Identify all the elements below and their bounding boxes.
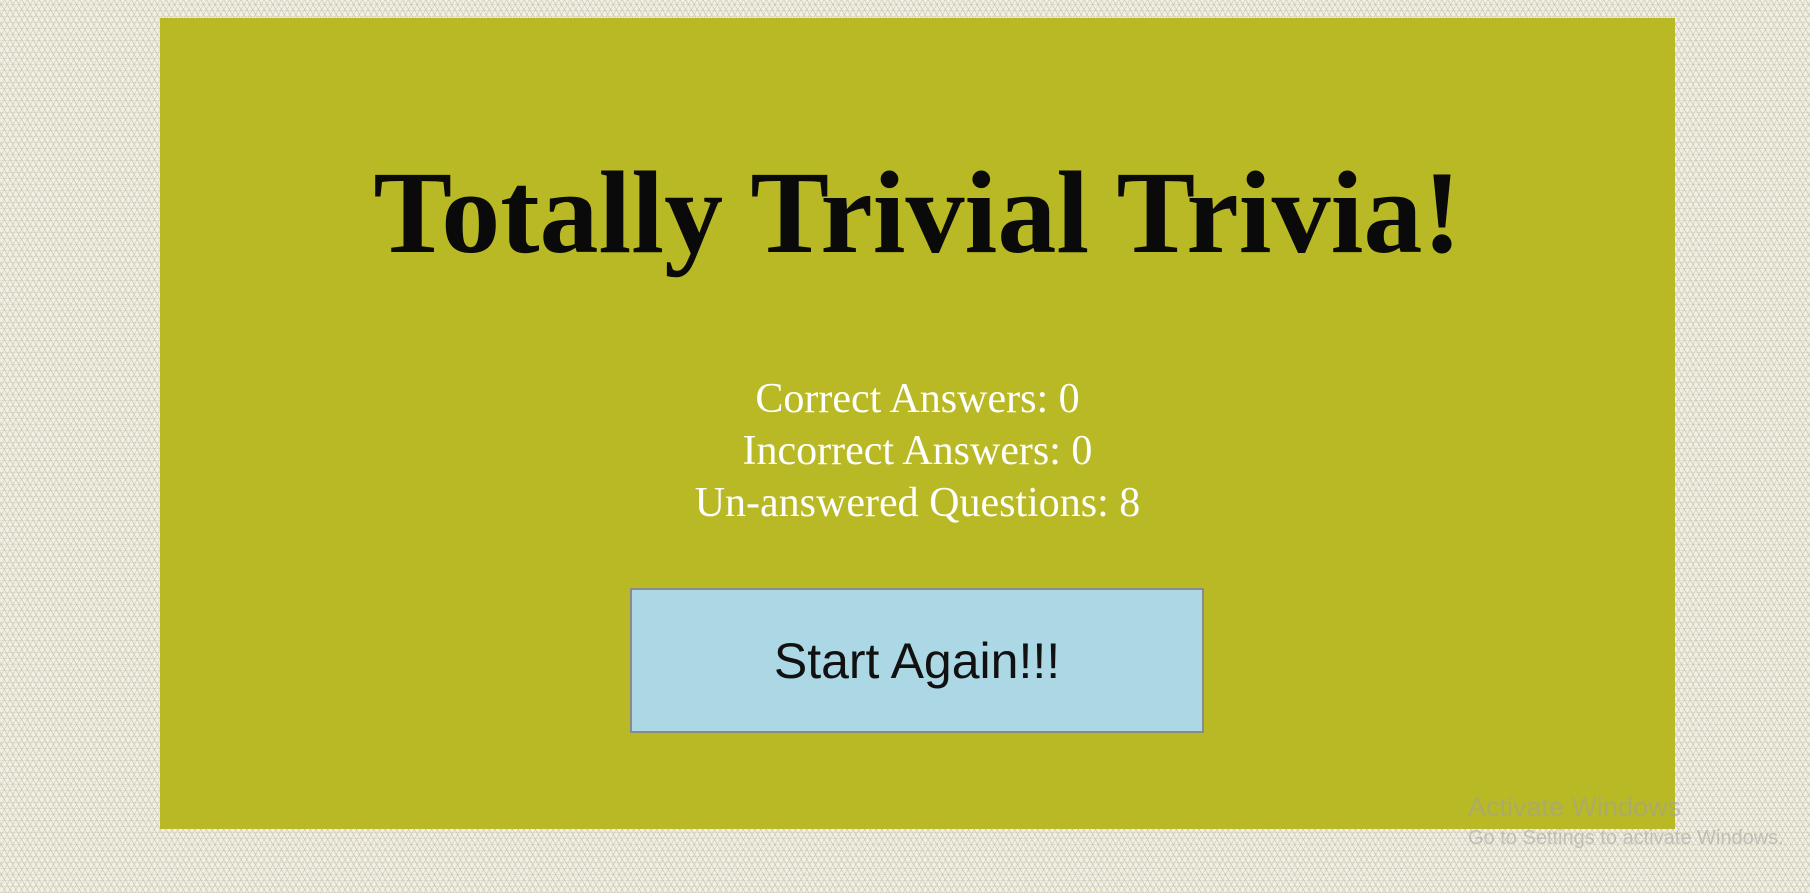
results-summary: Correct Answers: 0 Incorrect Answers: 0 … bbox=[160, 373, 1675, 529]
watermark-subtitle: Go to Settings to activate Windows. bbox=[1468, 827, 1784, 849]
unanswered-questions-count: Un-answered Questions: 8 bbox=[694, 480, 1141, 526]
start-again-button[interactable]: Start Again!!! bbox=[630, 588, 1204, 733]
activate-windows-watermark: Activate Windows Go to Settings to activ… bbox=[1468, 790, 1784, 852]
incorrect-answers-count: Incorrect Answers: 0 bbox=[742, 428, 1093, 474]
watermark-title: Activate Windows bbox=[1468, 792, 1682, 822]
game-title: Totally Trivial Trivia! bbox=[373, 147, 1462, 278]
game-panel: Totally Trivial Trivia! Correct Answers:… bbox=[160, 18, 1675, 829]
correct-answers-count: Correct Answers: 0 bbox=[755, 376, 1080, 422]
